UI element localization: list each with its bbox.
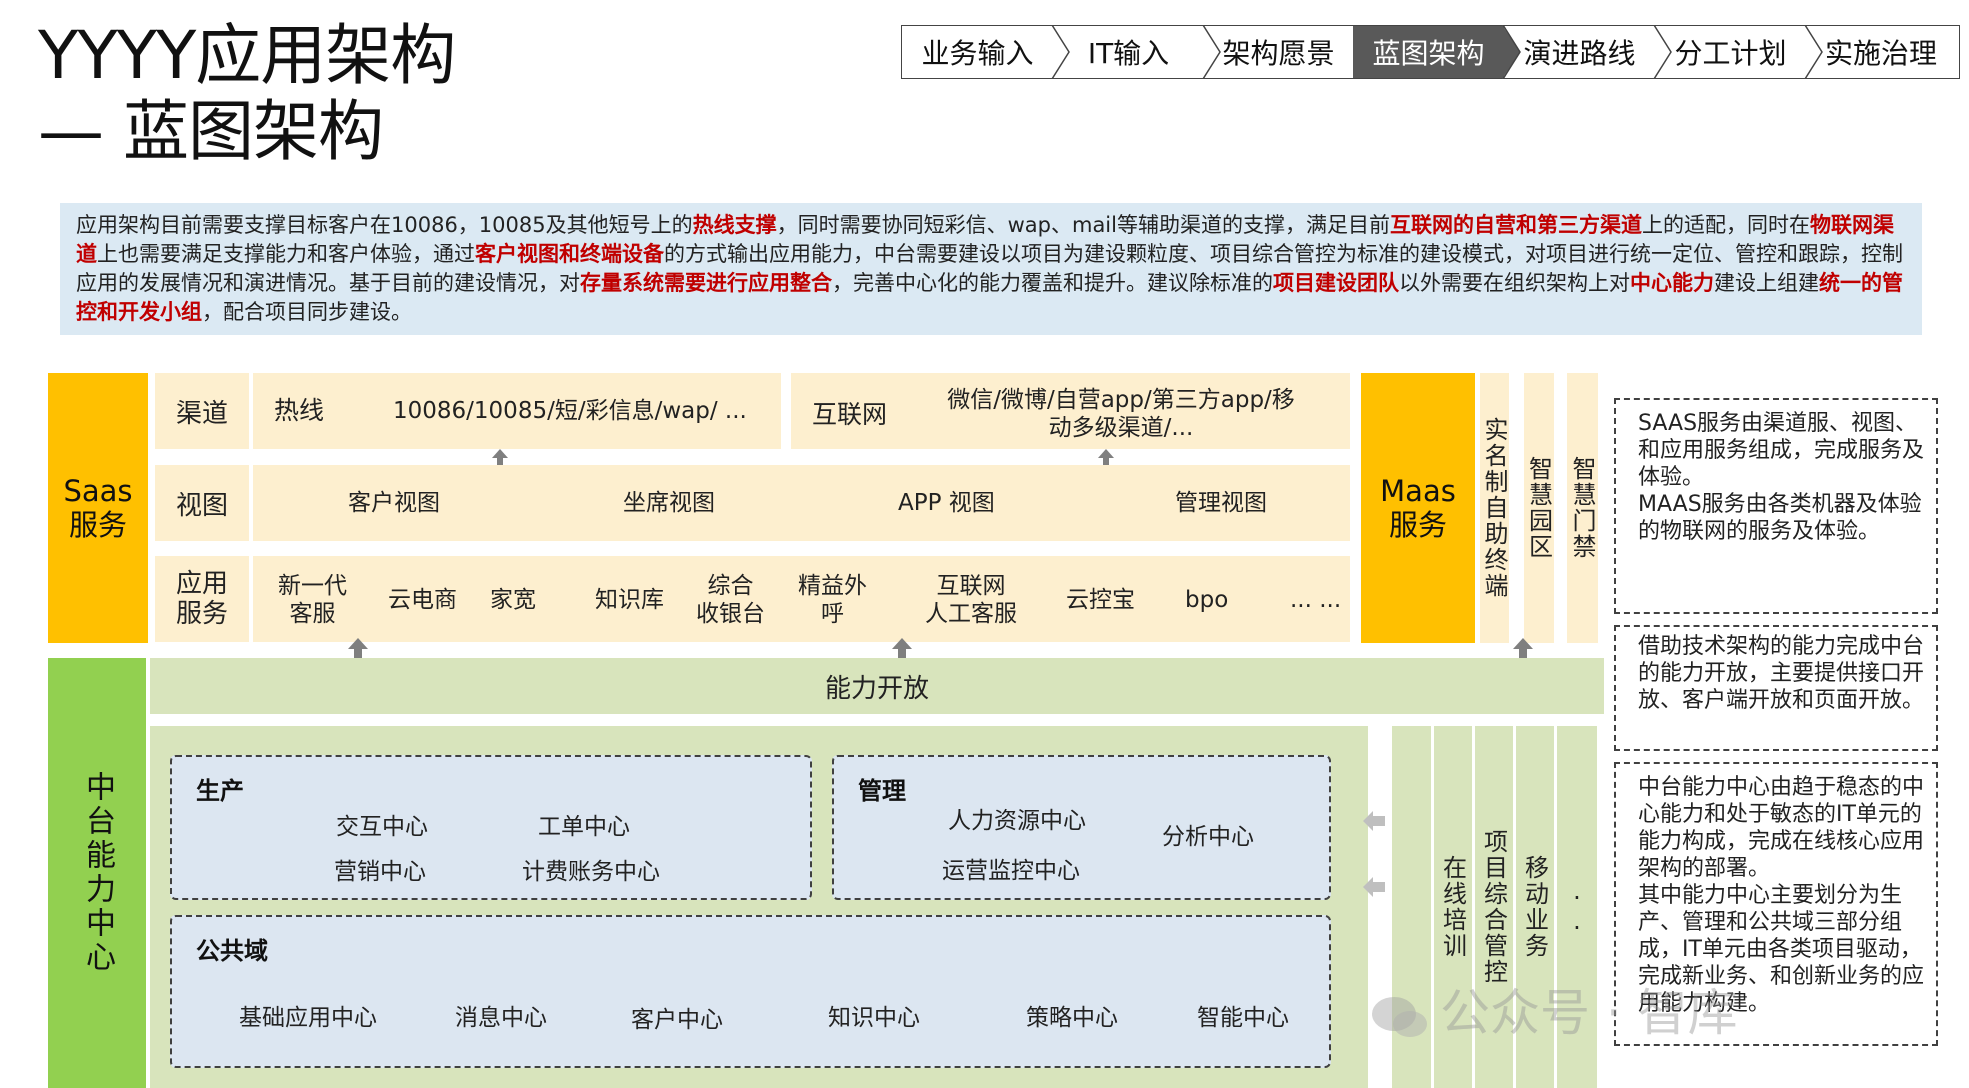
crumb-business-input[interactable]: 业务输入 xyxy=(902,25,1070,79)
saas-service-label: Saas 服务 xyxy=(48,373,148,643)
breadcrumb: 业务输入 IT输入 架构愿景 蓝图架构 演进路线 分工计划 实施治理 xyxy=(901,25,1960,79)
internet-detail: 微信/微博/自营app/第三方app/移 动多级渠道/... xyxy=(947,387,1295,441)
view-item: 管理视图 xyxy=(1175,490,1267,516)
intro-text: ，同时需要协同短彩信、wap、mail等辅助渠道的支撑，满足目前 xyxy=(776,213,1390,237)
row-label-view: 视图 xyxy=(155,465,249,541)
app-item: 云电商 xyxy=(388,587,457,613)
chevron-right-icon xyxy=(1653,25,1672,79)
crumb-blueprint[interactable]: 蓝图架构 xyxy=(1353,25,1521,79)
view-band: 客户视图 坐席视图 APP 视图 管理视图 xyxy=(253,465,1350,541)
intro-highlight: 中心能力 xyxy=(1630,271,1714,295)
channel-hotline-band: 热线 10086/10085/短/彩信息/wap/ ... xyxy=(253,373,781,449)
center-item: 计费账务中心 xyxy=(522,859,660,885)
management-domain-box: 管理 人力资源中心 分析中心 运营监控中心 xyxy=(832,755,1331,900)
center-item: 人力资源中心 xyxy=(948,808,1086,834)
public-domain-box: 公共域 基础应用中心 消息中心 客户中心 知识中心 策略中心 智能中心 xyxy=(170,915,1331,1068)
intro-highlight: 热线支撑 xyxy=(692,213,777,237)
row-label-app: 应用 服务 xyxy=(155,556,249,642)
app-item: 知识库 xyxy=(595,587,664,613)
center-item: 交互中心 xyxy=(336,814,428,840)
app-item: 云控宝 xyxy=(1066,587,1135,613)
intro-text: 以外需要在组织架构上对 xyxy=(1399,271,1630,295)
app-item: 综合 收银台 xyxy=(696,573,765,627)
view-item: 客户视图 xyxy=(348,490,440,516)
public-title: 公共域 xyxy=(196,937,268,965)
title-line2: — 蓝图架构 xyxy=(38,93,384,170)
middle-platform-label: 中台能力中心 xyxy=(48,658,146,1088)
crumb-division-plan[interactable]: 分工计划 xyxy=(1655,25,1823,79)
hotline-label: 热线 xyxy=(274,396,325,425)
crumb-architecture-vision[interactable]: 架构愿景 xyxy=(1204,26,1353,78)
center-item: 策略中心 xyxy=(1026,1005,1118,1031)
internet-label: 互联网 xyxy=(812,400,888,429)
production-domain-box: 生产 交互中心 工单中心 营销中心 计费账务中心 xyxy=(170,755,812,900)
intro-highlight: 存量系统需要进行应用整合 xyxy=(580,271,832,295)
watermark: 公众号 · 智库 xyxy=(1370,973,1738,1045)
app-item: 精益外 呼 xyxy=(798,573,867,627)
center-item: 知识中心 xyxy=(828,1005,920,1031)
arrow-left-icon xyxy=(1363,877,1385,897)
intro-highlight: 客户视图和终端设备 xyxy=(475,242,664,266)
note-capability-open: 借助技术架构的能力完成中台的能力开放，主要提供接口开放、客户端开放和页面开放。 xyxy=(1614,625,1938,751)
center-item: 基础应用中心 xyxy=(239,1005,377,1031)
maas-strip-park: 智慧园区 xyxy=(1524,373,1554,643)
center-item: 消息中心 xyxy=(455,1005,547,1031)
row-label-channel: 渠道 xyxy=(155,373,249,449)
center-item: 工单中心 xyxy=(538,814,630,840)
chevron-right-icon xyxy=(1502,25,1521,79)
center-item: 客户中心 xyxy=(631,1007,723,1033)
chevron-right-icon xyxy=(1202,25,1221,79)
intro-highlight: 项目建设团队 xyxy=(1273,271,1399,295)
note-saas-maas: SAAS服务由渠道服、视图、和应用服务组成，完成服务及体验。 MAAS服务由各类… xyxy=(1614,398,1938,614)
intro-text: ，配合项目同步建设。 xyxy=(202,300,412,324)
maas-service-label: Maas 服务 xyxy=(1361,373,1475,643)
center-item: 分析中心 xyxy=(1162,824,1254,850)
hotline-detail: 10086/10085/短/彩信息/wap/ ... xyxy=(393,398,747,424)
intro-text: 上的适配，同时在 xyxy=(1641,213,1810,237)
app-item: ... ... xyxy=(1290,587,1342,613)
capability-open-bar: 能力开放 xyxy=(150,658,1604,714)
title-line1: YYYY应用架构 xyxy=(38,17,456,94)
app-item: 互联网 人工客服 xyxy=(925,573,1017,627)
crumb-implementation[interactable]: 实施治理 xyxy=(1806,26,1956,78)
view-item: 坐席视图 xyxy=(623,490,715,516)
crumb-evolution-path[interactable]: 演进路线 xyxy=(1504,25,1672,79)
center-item: 智能中心 xyxy=(1197,1005,1289,1031)
crumb-it-input[interactable]: IT输入 xyxy=(1053,25,1221,79)
view-item: APP 视图 xyxy=(898,490,995,516)
chevron-right-icon xyxy=(1804,25,1823,79)
management-title: 管理 xyxy=(858,777,906,805)
chevron-right-icon xyxy=(1051,25,1070,79)
intro-text: ，完善中心化的能力覆盖和提升。建议除标准的 xyxy=(832,271,1273,295)
app-item: 家宽 xyxy=(490,587,536,613)
intro-highlight: 互联网的自营和第三方渠道 xyxy=(1389,213,1642,237)
wechat-icon xyxy=(1372,996,1427,1037)
app-service-band: 新一代 客服 云电商 家宽 知识库 综合 收银台 精益外 呼 互联网 人工客服 … xyxy=(253,556,1350,642)
channel-internet-band: 互联网 微信/微博/自营app/第三方app/移 动多级渠道/... xyxy=(791,373,1350,449)
production-title: 生产 xyxy=(196,777,244,805)
intro-paragraph: 应用架构目前需要支撑目标客户在10086，10085及其他短号上的热线支撑，同时… xyxy=(60,203,1922,335)
intro-text: 应用架构目前需要支撑目标客户在10086，10085及其他短号上的 xyxy=(76,213,693,237)
page-title: YYYY应用架构 — 蓝图架构 xyxy=(38,17,456,170)
app-item: bpo xyxy=(1185,587,1229,613)
intro-text: 建设上组建 xyxy=(1714,271,1819,295)
app-item: 新一代 客服 xyxy=(278,573,347,627)
center-item: 营销中心 xyxy=(334,859,426,885)
intro-text: 上也需要满足支撑能力和客户体验，通过 xyxy=(97,242,475,266)
center-item: 运营监控中心 xyxy=(942,858,1080,884)
maas-strip-terminal: 实名制自助终端 xyxy=(1480,373,1509,643)
maas-strip-access: 智慧门禁 xyxy=(1567,373,1598,643)
arrow-left-icon xyxy=(1363,811,1385,831)
